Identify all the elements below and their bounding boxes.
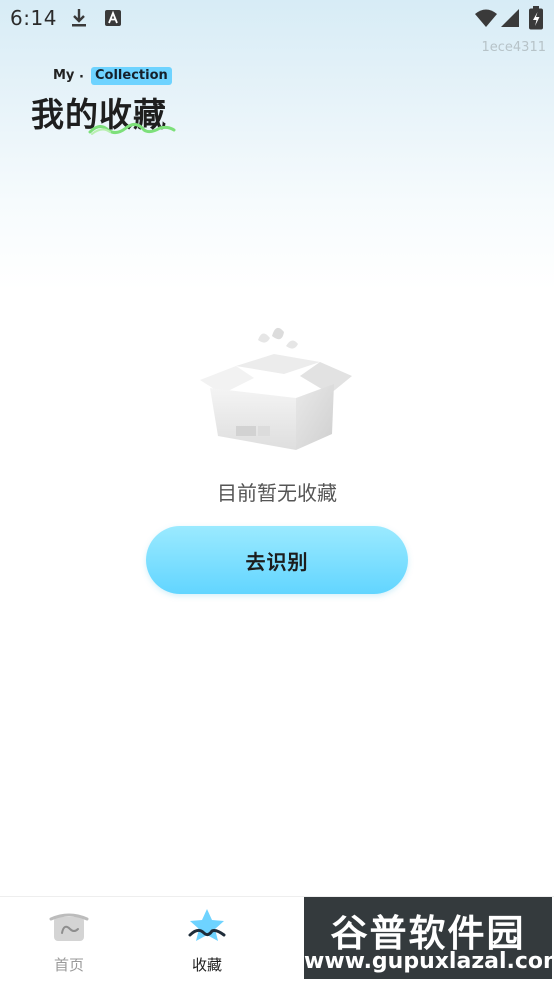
tab-favorites[interactable]: 收藏 (138, 897, 276, 985)
header-dot: · (79, 70, 84, 85)
header-my-label: My (53, 68, 75, 83)
header-background (0, 0, 554, 290)
build-id-label: 1ece4311 (481, 40, 547, 55)
tab-home-label: 首页 (53, 956, 84, 974)
empty-state-text: 目前暂无收藏 (217, 481, 337, 505)
tab-home[interactable]: 首页 (0, 897, 138, 985)
empty-box-icon (200, 327, 352, 450)
star-icon (188, 909, 226, 941)
download-icon (72, 9, 86, 27)
battery-icon (529, 6, 543, 30)
tab-favorites-label: 收藏 (191, 956, 222, 974)
status-time: 6:14 (10, 6, 57, 30)
home-icon (49, 913, 89, 941)
title-underline-squiggle (88, 123, 176, 135)
watermark: 谷普软件园 www.gupuxlazal.com (304, 897, 554, 979)
a-icon (105, 10, 121, 26)
header-collection-badge: Collection (91, 67, 172, 85)
status-bar: 6:14 (0, 0, 554, 38)
signal-icon (501, 9, 519, 27)
wifi-icon (475, 9, 497, 27)
go-identify-button[interactable]: 去识别 (146, 526, 408, 594)
watermark-url: www.gupuxlazal.com (304, 949, 554, 974)
